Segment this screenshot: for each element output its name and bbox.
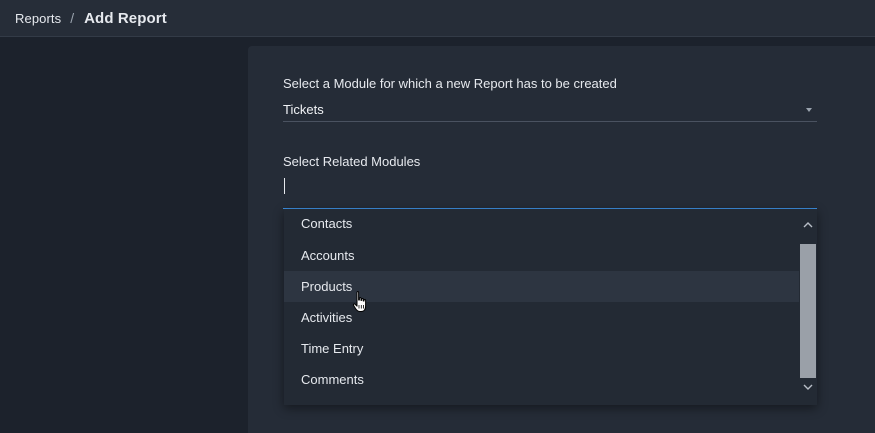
- module-label: Select a Module for which a new Report h…: [283, 76, 617, 91]
- option-time-entry[interactable]: Time Entry: [284, 333, 799, 364]
- option-comments[interactable]: Comments: [284, 364, 799, 395]
- top-bar: Reports / Add Report: [0, 0, 875, 37]
- breadcrumb-separator: /: [70, 10, 75, 26]
- option-accounts[interactable]: Accounts: [284, 240, 799, 271]
- text-caret: [284, 178, 285, 194]
- chevron-down-icon[interactable]: [799, 379, 817, 395]
- left-rail: [0, 38, 248, 433]
- module-select-value: Tickets: [283, 102, 324, 117]
- caret-down-icon[interactable]: [806, 108, 812, 112]
- breadcrumb-current: Add Report: [84, 9, 167, 27]
- related-modules-input[interactable]: [283, 174, 817, 209]
- chevron-up-icon[interactable]: [799, 217, 817, 233]
- related-modules-label: Select Related Modules: [283, 154, 421, 169]
- dropdown-scrollbar[interactable]: [799, 209, 817, 405]
- breadcrumb-reports[interactable]: Reports: [15, 11, 61, 26]
- module-select[interactable]: Tickets: [283, 100, 817, 122]
- scrollbar-thumb[interactable]: [800, 244, 816, 378]
- option-contacts[interactable]: Contacts: [284, 209, 799, 239]
- hand-pointer-icon: [352, 291, 367, 312]
